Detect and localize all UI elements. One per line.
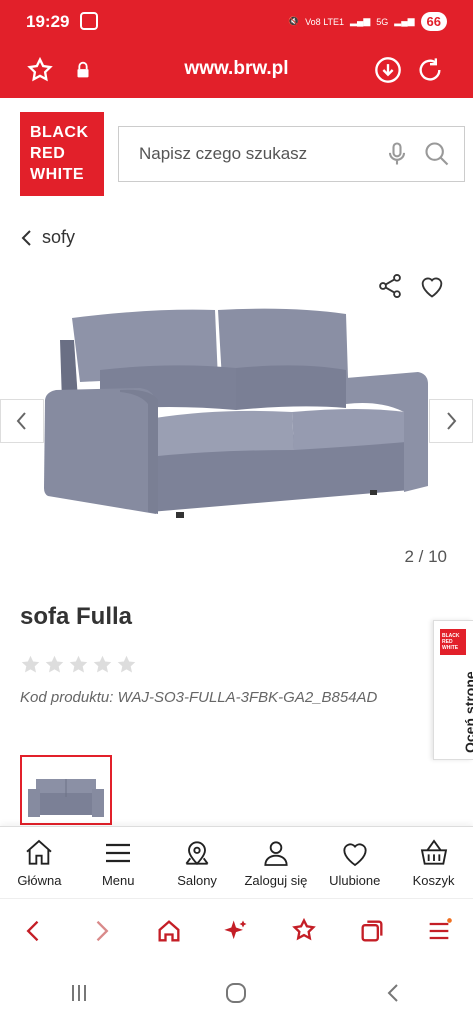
logo-line-2: RED — [30, 145, 66, 162]
nav-favorites[interactable]: Ulubione — [315, 827, 394, 898]
status-bar: 19:29 🔇 Vo8 LTE1 ▂▄▆ 5G ▂▄▆ 66 — [0, 0, 473, 44]
download-icon[interactable] — [374, 56, 402, 84]
status-indicators: 🔇 Vo8 LTE1 ▂▄▆ 5G ▂▄▆ 66 — [288, 12, 447, 31]
nav-favorites-label: Ulubione — [329, 873, 381, 888]
star-icon — [93, 655, 112, 673]
browser-menu-icon[interactable] — [425, 917, 453, 945]
forward-icon[interactable] — [87, 917, 115, 945]
nav-menu[interactable]: Menu — [79, 827, 158, 898]
star-icon — [21, 655, 40, 673]
chevron-right-icon — [447, 412, 457, 430]
nav-login-label: Zaloguj się — [244, 873, 308, 888]
back-button-icon[interactable] — [382, 981, 406, 1005]
gallery-thumbnail[interactable] — [20, 755, 112, 825]
system-navigation — [0, 962, 473, 1024]
brand-logo[interactable]: BLACK RED WHITE — [20, 112, 104, 196]
rate-page-tab[interactable]: BLACK RED WHITE Oceń stronę — [433, 620, 473, 760]
product-image-sofa — [44, 308, 428, 518]
browser-toolbar — [0, 898, 473, 962]
star-icon — [69, 655, 88, 673]
breadcrumb[interactable]: sofy — [20, 227, 75, 248]
product-code: Kod produktu: WAJ-SO3-FULLA-3FBK-GA2_B85… — [20, 689, 378, 706]
heart-icon — [343, 843, 367, 867]
nav-home-label: Główna — [17, 873, 62, 888]
nav-cart[interactable]: Koszyk — [394, 827, 473, 898]
breadcrumb-label: sofy — [42, 227, 76, 247]
chevron-left-icon — [21, 229, 31, 246]
search-icon[interactable] — [423, 140, 451, 168]
product-gallery[interactable] — [0, 300, 473, 540]
battery-level: 66 — [420, 12, 447, 31]
site-header: BLACK RED WHITE Napisz czego szukasz — [0, 98, 473, 218]
network-label-2: 5G — [376, 16, 389, 27]
bottom-navigation: Główna Menu Salony Zaloguj się Ulubione … — [0, 826, 473, 898]
bookmarks-icon[interactable] — [290, 917, 318, 945]
home-icon — [26, 839, 53, 865]
reload-icon[interactable] — [416, 56, 444, 84]
back-icon[interactable] — [20, 917, 48, 945]
logo-line-1: BLACK — [30, 124, 89, 141]
menu-icon — [106, 843, 131, 863]
nav-login[interactable]: Zaloguj się — [236, 827, 315, 898]
url-text[interactable]: www.brw.pl — [0, 58, 473, 80]
chevron-left-icon — [16, 412, 26, 430]
gallery-prev-button[interactable] — [0, 399, 44, 443]
gallery-counter: 2 / 10 — [404, 547, 447, 566]
location-pin-icon — [185, 841, 209, 865]
nav-home[interactable]: Główna — [0, 827, 79, 898]
search-input[interactable]: Napisz czego szukasz — [139, 144, 307, 164]
thumbnail-sofa-image — [28, 779, 104, 817]
logo-line-3: WHITE — [30, 166, 85, 183]
network-label-1: Vo8 LTE1 — [305, 16, 345, 27]
favorite-heart-icon[interactable] — [418, 272, 446, 300]
rate-page-label: Oceń stronę — [462, 671, 473, 753]
star-icon — [45, 655, 64, 673]
share-icon[interactable] — [376, 272, 404, 300]
browser-url-bar: www.brw.pl — [0, 44, 473, 98]
home-button-icon[interactable] — [224, 981, 248, 1005]
recent-apps-icon[interactable] — [67, 981, 91, 1005]
signal-icon: ▂▄▆ — [350, 16, 371, 26]
gallery-next-button[interactable] — [429, 399, 473, 443]
home-icon[interactable] — [155, 917, 183, 945]
search-box[interactable]: Napisz czego szukasz — [118, 126, 465, 182]
mute-icon: 🔇 — [287, 16, 300, 26]
nav-stores[interactable]: Salony — [158, 827, 237, 898]
sparkle-icon[interactable] — [222, 917, 250, 945]
user-icon — [264, 841, 288, 866]
signal-icon-2: ▂▄▆ — [394, 16, 415, 26]
microphone-icon[interactable] — [383, 140, 411, 168]
nav-menu-label: Menu — [101, 873, 135, 888]
status-time: 19:29 — [26, 12, 70, 31]
nav-stores-label: Salony — [177, 873, 217, 888]
tabs-icon[interactable] — [358, 917, 386, 945]
basket-icon — [420, 839, 447, 865]
rate-tab-logo: BLACK RED WHITE — [440, 629, 466, 655]
product-title: sofa Fulla — [20, 603, 133, 630]
rating-stars[interactable] — [20, 654, 137, 675]
screen-record-icon — [80, 12, 98, 30]
star-icon — [117, 655, 136, 673]
nav-cart-label: Koszyk — [412, 873, 455, 888]
